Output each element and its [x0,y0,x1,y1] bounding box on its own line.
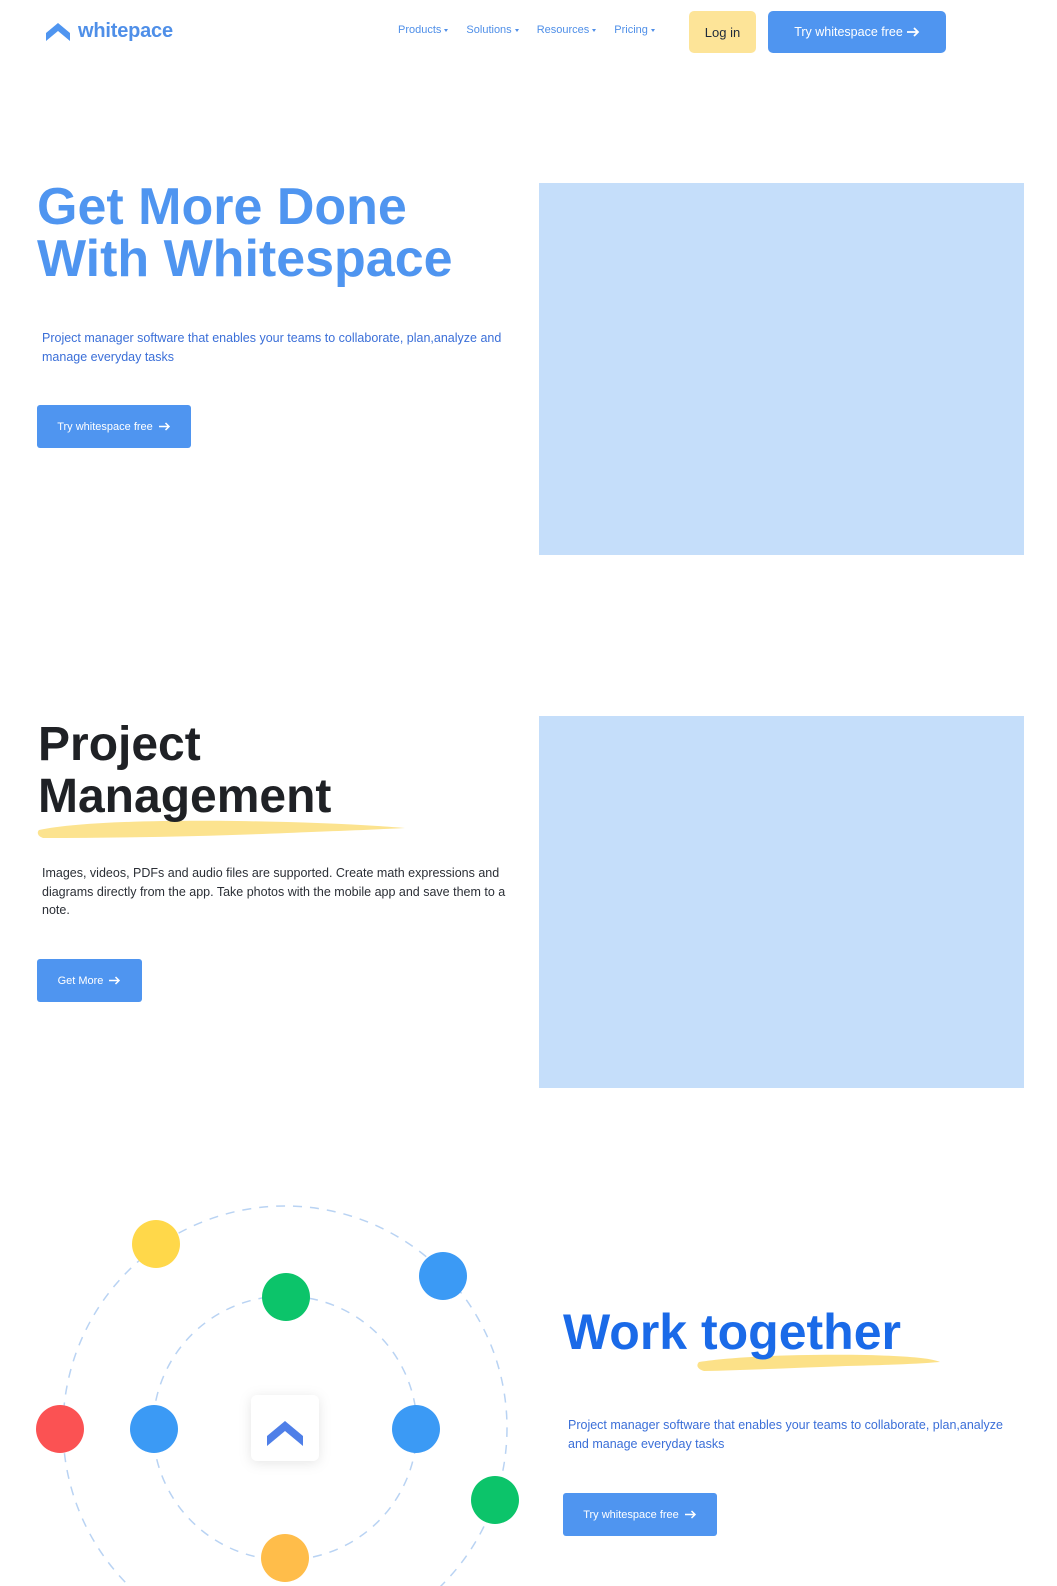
pm-title-line1: Project [38,718,201,771]
menu-solutions-label: Solutions [466,24,512,36]
arrow-right-icon [158,422,170,431]
main-menu: Products Solutions Resources Pricing [398,24,655,36]
menu-solutions[interactable]: Solutions [466,24,519,36]
member-dot-green [471,1476,519,1524]
try-free-nav-label: Try whitespace free [794,25,903,39]
team-orbit-illustration [36,1205,519,1586]
menu-pricing[interactable]: Pricing [614,24,655,36]
caret-down-icon [592,29,597,32]
caret-down-icon [444,29,449,32]
brand-name: whitepace [78,19,173,42]
work-together-cta-label: Try whitespace free [583,1508,679,1521]
menu-products[interactable]: Products [398,24,449,36]
try-free-nav-button[interactable]: Try whitespace free [768,11,946,53]
hero-title-line1: Get More Done [37,178,407,236]
project-management-description: Images, videos, PDFs and audio files are… [42,866,506,917]
member-dot-blue [130,1405,178,1453]
member-dot-blue [419,1252,467,1300]
hero-description: Project manager software that enables yo… [42,331,502,364]
arrow-right-icon [109,976,121,985]
menu-resources[interactable]: Resources [537,24,597,36]
member-dot-red [36,1405,84,1453]
brand-logo[interactable]: whitepace [44,19,173,43]
member-dot-yellow [132,1220,180,1268]
project-management-title: Project Management [38,719,331,823]
member-dot-orange [261,1534,309,1582]
pm-title-line2: Management [38,770,332,823]
login-button[interactable]: Log in [689,11,756,53]
hero-title-line2: With Whitespace [37,230,453,288]
hero-try-free-button[interactable]: Try whitespace free [37,405,191,448]
chevron-up-logo-icon [46,23,70,41]
get-more-label: Get More [57,974,104,987]
hero-image-placeholder [539,183,1024,555]
menu-products-label: Products [398,24,442,36]
hero-title: Get More Done With Whitespace [37,181,507,285]
work-together-title: Work together [563,1304,901,1360]
menu-resources-label: Resources [536,24,590,36]
arrow-right-icon [906,27,920,37]
work-together-description: Project manager software that enables yo… [568,1418,1003,1451]
center-logo-card [251,1395,319,1461]
member-dot-green [262,1273,310,1321]
caret-down-icon [650,29,655,32]
menu-pricing-label: Pricing [614,24,648,36]
hero-cta-label: Try whitespace free [57,420,153,433]
get-more-button[interactable]: Get More [37,959,142,1002]
arrow-right-icon [684,1510,696,1519]
top-navbar: whitepace Products Solutions Resources P… [0,0,1057,64]
member-dot-blue [392,1405,440,1453]
work-together-try-free-button[interactable]: Try whitespace free [563,1493,717,1536]
caret-down-icon [514,29,519,32]
project-management-image-placeholder [539,716,1024,1088]
